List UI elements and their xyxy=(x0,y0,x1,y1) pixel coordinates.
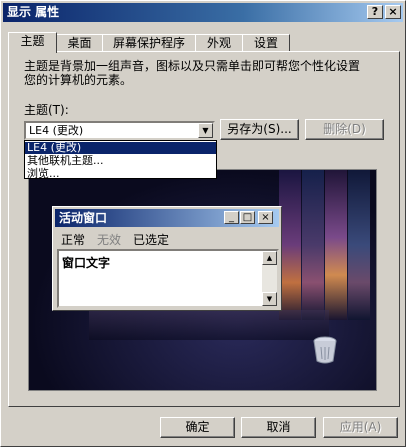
dialog-title: 显示 属性 xyxy=(3,3,403,22)
wallpaper-strip xyxy=(325,170,347,320)
ok-button[interactable]: 确定 xyxy=(160,417,235,438)
tab-screensaver[interactable]: 屏幕保护程序 xyxy=(102,34,196,52)
chevron-down-icon[interactable]: ▼ xyxy=(198,123,213,138)
theme-label: 主题(T): xyxy=(24,103,69,117)
close-button[interactable]: × xyxy=(385,5,401,19)
wallpaper-reflection xyxy=(89,310,329,340)
scroll-up-icon: ▲ xyxy=(262,251,277,265)
preview-menu-selected: 已选定 xyxy=(133,233,170,247)
dropdown-option[interactable]: 浏览... xyxy=(25,168,216,180)
preview-text-area: 窗口文字 ▲ ▼ xyxy=(57,249,279,308)
theme-select[interactable]: LE4 (更改) ▼ xyxy=(24,121,215,140)
tab-theme[interactable]: 主题 xyxy=(8,32,57,53)
scroll-down-icon: ▼ xyxy=(262,292,277,306)
wallpaper-strip xyxy=(348,170,370,320)
recycle-bin-icon xyxy=(313,336,337,364)
wallpaper-strip xyxy=(279,170,301,320)
theme-select-value: LE4 (更改) xyxy=(29,124,84,137)
dropdown-option[interactable]: 其他联机主题... xyxy=(25,155,216,167)
preview-active-window: 活动窗口 _ □ × 正常 无效 已选定 窗口文字 ▲ ▼ xyxy=(52,206,282,311)
help-button[interactable]: ? xyxy=(367,5,383,19)
preview-menu-normal: 正常 xyxy=(61,233,86,247)
minimize-icon: _ xyxy=(224,211,239,224)
maximize-icon: □ xyxy=(240,211,255,224)
close-icon: × xyxy=(258,211,273,224)
tab-desktop[interactable]: 桌面 xyxy=(56,34,103,52)
tab-settings[interactable]: 设置 xyxy=(242,34,290,52)
preview-scrollbar: ▲ ▼ xyxy=(262,251,277,306)
apply-button[interactable]: 应用(A) xyxy=(323,417,398,438)
preview-window-text: 窗口文字 xyxy=(62,256,111,270)
cancel-button[interactable]: 取消 xyxy=(241,417,316,438)
preview-menu-disabled: 无效 xyxy=(97,233,122,247)
delete-button[interactable]: 删除(D) xyxy=(305,119,384,140)
tab-appearance[interactable]: 外观 xyxy=(195,34,243,52)
wallpaper-strip xyxy=(302,170,324,320)
dropdown-option[interactable]: LE4 (更改) xyxy=(25,142,216,154)
tab-bar: 主题 桌面 屏幕保护程序 外观 设置 xyxy=(8,32,400,53)
save-as-button[interactable]: 另存为(S)... xyxy=(220,119,299,140)
theme-description: 主题是背景加一组声音，图标以及只需单击即可帮您个性化设置 您的计算机的元素。 xyxy=(24,59,361,87)
theme-dropdown-list: LE4 (更改) 其他联机主题... 浏览... xyxy=(24,140,217,180)
display-properties-dialog: 显示 属性 ? × 主题 桌面 屏幕保护程序 外观 设置 主题是背景加一组声音，… xyxy=(0,0,406,447)
